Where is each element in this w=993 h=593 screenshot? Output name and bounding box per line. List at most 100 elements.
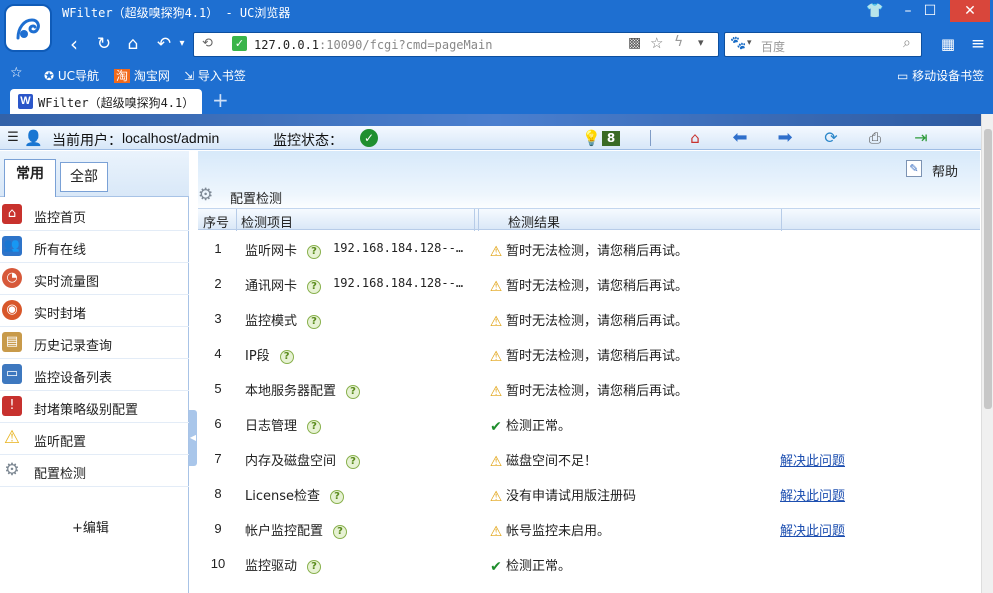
bookmark-star-icon[interactable]: ☆ xyxy=(10,65,23,81)
col-item: 检测项目 xyxy=(241,216,294,231)
page-status-icon[interactable]: ⟲ xyxy=(202,36,213,51)
sidebar-item-listen-config[interactable]: ⚠ 监听配置 xyxy=(0,423,189,455)
sidebar-item-device-list[interactable]: ▭ 监控设备列表 xyxy=(0,359,189,391)
help-label: 帮助 xyxy=(931,165,958,180)
fix-issue-link[interactable]: 解决此问题 xyxy=(780,450,845,469)
table-row: 3 监控模式? ⚠ 暂时无法检测，请您稍后再试。 xyxy=(198,301,980,336)
edit-menu-button[interactable]: +编辑 xyxy=(72,517,109,536)
toolbar-forward-icon[interactable]: ➡ xyxy=(776,129,794,147)
warning-icon: ⚠ xyxy=(489,278,503,295)
skin-icon[interactable]: 👕 xyxy=(860,0,890,22)
sidebar-item-history[interactable]: ▤ 历史记录查询 xyxy=(0,327,189,359)
qr-code-icon[interactable]: ▩ xyxy=(628,35,641,51)
sidebar-item-traffic-chart[interactable]: ◔ 实时流量图 xyxy=(0,263,189,295)
help-question-icon[interactable]: ? xyxy=(307,244,322,259)
sidebar-item-realtime-block[interactable]: ◉ 实时封堵 xyxy=(0,295,189,327)
col-divider xyxy=(236,209,237,231)
check-item: 内存及磁盘空间? xyxy=(245,450,361,469)
check-result-text: 帐号监控未启用。 xyxy=(506,524,611,539)
help-question-icon[interactable]: ? xyxy=(333,524,348,539)
nic-address: 192.168.184.128--… xyxy=(333,276,464,290)
fix-issue-link[interactable]: 解决此问题 xyxy=(780,520,845,539)
speed-mode-icon[interactable]: ϟ xyxy=(674,34,683,50)
check-item-label: 监控模式 xyxy=(245,314,298,329)
help-question-icon[interactable]: ? xyxy=(346,384,361,399)
back-button[interactable]: ‹ xyxy=(62,32,86,56)
refresh-button[interactable]: ↻ xyxy=(92,32,116,56)
window-titlebar: WFilter（超级嗅探狗4.1） - UC浏览器 👕 – ☐ ✕ xyxy=(0,0,993,24)
help-question-icon[interactable]: ? xyxy=(307,419,322,434)
warning-icon: ⚠ xyxy=(489,348,503,365)
help-question-icon[interactable]: ? xyxy=(307,314,322,329)
engine-dropdown-icon[interactable]: ▾ xyxy=(747,38,752,48)
menu-icon[interactable]: ≡ xyxy=(966,32,990,56)
apps-grid-icon[interactable]: ▦ xyxy=(936,32,960,56)
close-window-button[interactable]: ✕ xyxy=(950,0,990,22)
lightbulb-icon[interactable]: 💡 xyxy=(582,129,601,147)
bookmark-mobile[interactable]: ▭ 移动设备书签 xyxy=(897,67,984,84)
new-tab-button[interactable]: + xyxy=(212,88,229,112)
bookmark-uc-nav[interactable]: ✪ UC导航 xyxy=(44,67,99,84)
bookmarks-bar: ☆ ✪ UC导航 淘 淘宝网 ⇲ 导入书签 ▭ 移动设备书签 xyxy=(0,64,993,86)
bookmark-import[interactable]: ⇲ 导入书签 xyxy=(184,67,246,84)
sidebar-tab-common[interactable]: 常用 xyxy=(4,159,56,197)
check-item: 本地服务器配置? xyxy=(245,380,361,399)
check-item: 通讯网卡? xyxy=(245,275,322,294)
check-item: 监听网卡? xyxy=(245,240,322,259)
sidebar-item-block-policy[interactable]: ! 封堵策略级别配置 xyxy=(0,391,189,423)
sidebar-item-label: 历史记录查询 xyxy=(34,339,113,354)
help-button[interactable]: ✎ 帮助 xyxy=(905,160,958,180)
page-scrollbar[interactable] xyxy=(981,114,993,593)
sidebar-collapse-handle[interactable]: ◀ xyxy=(189,410,197,466)
toolbar-home-icon[interactable]: ⌂ xyxy=(686,129,704,147)
config-gear-icon: ⚙ xyxy=(198,185,214,205)
address-dropdown-icon[interactable]: ▾ xyxy=(698,36,704,49)
sidebar-item-monitor-home[interactable]: ⌂ 监控首页 xyxy=(0,199,189,231)
taobao-icon: 淘 xyxy=(114,69,131,83)
sidebar-item-label: 监听配置 xyxy=(34,435,87,450)
bookmark-taobao[interactable]: 淘 淘宝网 xyxy=(114,67,170,84)
tab-wfilter[interactable]: W WFilter（超级嗅探狗4.1） xyxy=(10,89,202,114)
sidebar-item-label: 监控首页 xyxy=(34,211,87,226)
sidebar-tab-all[interactable]: 全部 xyxy=(60,162,108,192)
help-question-icon[interactable]: ? xyxy=(279,349,294,364)
baidu-paw-icon[interactable]: 🐾 xyxy=(730,36,746,51)
toolbar-refresh-icon[interactable]: ⟳ xyxy=(822,129,840,147)
help-doc-icon: ✎ xyxy=(905,160,922,177)
scrollbar-thumb[interactable] xyxy=(984,129,992,409)
sidebar-item-config-check[interactable]: ⚙ 配置检测 xyxy=(0,455,189,487)
maximize-button[interactable]: ☐ xyxy=(915,0,945,22)
fix-issue-link[interactable]: 解决此问题 xyxy=(780,485,845,504)
sidebar-item-all-online[interactable]: 👥 所有在线 xyxy=(0,231,189,263)
check-item-label: 内存及磁盘空间 xyxy=(245,454,337,469)
address-bar[interactable]: ⟲ ✓ 127.0.0.1:10090/fcgi?cmd=pageMain ▩ … xyxy=(193,32,719,57)
warning-icon: ⚠ xyxy=(489,383,503,400)
sidebar-item-label: 监控设备列表 xyxy=(34,371,113,386)
list-icon[interactable]: ☰ xyxy=(4,129,22,147)
row-number: 3 xyxy=(214,311,222,326)
help-question-icon[interactable]: ? xyxy=(330,489,345,504)
alert-count-badge[interactable]: 8 xyxy=(602,131,620,146)
toolbar-logout-icon[interactable]: ⇥ xyxy=(912,129,930,147)
wfilter-favicon: W xyxy=(18,94,33,109)
search-icon[interactable]: ⌕ xyxy=(903,35,911,51)
row-number: 10 xyxy=(210,556,226,571)
check-result: ✔ 检测正常。 xyxy=(488,415,571,435)
window-title: WFilter（超级嗅探狗4.1） - UC浏览器 xyxy=(62,6,291,20)
favorite-star-icon[interactable]: ☆ xyxy=(650,34,663,52)
sidebar-tabs: 常用 全部 xyxy=(0,151,189,197)
help-question-icon[interactable]: ? xyxy=(346,454,361,469)
col-result: 检测结果 xyxy=(508,216,561,231)
home-button[interactable]: ⌂ xyxy=(121,32,145,56)
help-question-icon[interactable]: ? xyxy=(307,559,322,574)
col-divider xyxy=(474,209,475,231)
table-row: 6 日志管理? ✔ 检测正常。 xyxy=(198,406,980,441)
address-url[interactable]: 127.0.0.1:10090/fcgi?cmd=pageMain xyxy=(254,38,492,52)
undo-dropdown-icon[interactable]: ▾ xyxy=(170,32,194,56)
toolbar-back-icon[interactable]: ⬅ xyxy=(731,129,749,147)
warning-icon: ⚠ xyxy=(489,313,503,330)
uc-browser-logo[interactable] xyxy=(4,4,52,52)
help-question-icon[interactable]: ? xyxy=(307,279,322,294)
search-box[interactable]: 🐾 ▾ 百度 ⌕ xyxy=(724,32,922,57)
toolbar-print-icon[interactable]: ⎙ xyxy=(866,129,884,147)
